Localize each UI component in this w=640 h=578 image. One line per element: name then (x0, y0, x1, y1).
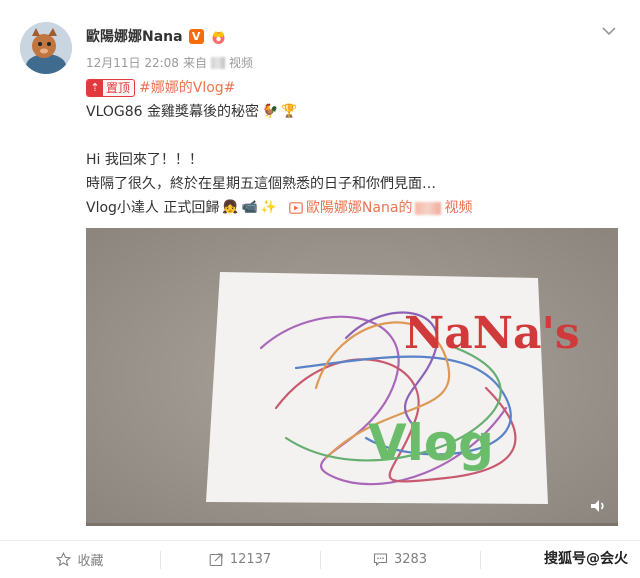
comment-icon (373, 553, 388, 567)
member-crown-icon (212, 30, 225, 44)
content-line-2: VLOG86 金雞獎幕後的秘密 🐓 🏆 (86, 100, 616, 124)
star-icon (56, 552, 72, 567)
content-line-5: Vlog小達人 正式回歸 👧 📹 ✨ 歐陽娜娜Nana的 视频 (86, 196, 616, 220)
repost-button[interactable]: 12137 (160, 541, 320, 578)
avatar[interactable] (20, 22, 72, 74)
post-title: VLOG86 金雞獎幕後的秘密 (86, 104, 260, 120)
play-video-icon (289, 202, 303, 214)
weibo-post: 歐陽娜娜Nana V 12月11日 22:08 来自 视频 ⇡ 置顶 #娜娜的V… (0, 0, 640, 578)
rooster-icon: 🐓 (262, 104, 279, 119)
video-link-prefix[interactable]: 歐陽娜娜Nana的 (306, 196, 413, 220)
comment-button[interactable]: 3283 (320, 541, 480, 578)
blurred-source-icon (210, 56, 225, 69)
paper-text-vlog: Vlog (368, 414, 494, 472)
paper-text-nana: NaNa's (404, 308, 580, 359)
author-name[interactable]: 歐陽娜娜Nana V (86, 26, 227, 46)
post-meta: 12月11日 22:08 来自 视频 (86, 54, 253, 71)
post-content: ⇡ 置顶 #娜娜的Vlog# VLOG86 金雞獎幕後的秘密 🐓 🏆 Hi 我回… (86, 76, 616, 220)
pin-icon: ⇡ (87, 80, 103, 96)
girl-emoji-icon: 👧 (222, 200, 239, 215)
content-line-4: 時隔了很久，終於在星期五這個熟悉的日子和你們見面… (86, 172, 616, 196)
author-name-text[interactable]: 歐陽娜娜Nana (86, 26, 183, 46)
greeting-text: Hi 我回來了！！！ (86, 152, 203, 168)
pinned-badge: ⇡ 置顶 (86, 79, 136, 97)
closing-text: Vlog小達人 正式回歸 (86, 200, 220, 216)
video-link-suffix[interactable]: 视频 (444, 196, 472, 220)
video-player[interactable]: NaNa's Vlog (86, 228, 618, 526)
body-text: 時隔了很久，終於在星期五這個熟悉的日子和你們見面… (86, 176, 436, 192)
content-line-3: Hi 我回來了！！！ (86, 148, 616, 172)
post-date[interactable]: 12月11日 22:08 (86, 54, 179, 71)
video-progress-bar[interactable] (86, 523, 618, 526)
volume-icon[interactable] (588, 496, 608, 516)
watermark: 搜狐号@会火 (544, 548, 628, 568)
favorite-label: 收藏 (77, 554, 104, 569)
from-label: 来自 (182, 56, 207, 70)
pinned-label: 置顶 (106, 81, 131, 95)
blurred-text (415, 201, 442, 215)
post-source[interactable]: 视频 (229, 54, 253, 71)
vip-badge: V (188, 28, 204, 44)
repost-icon (209, 553, 223, 567)
sparkles-icon: ✨ (260, 200, 277, 215)
video-frame: NaNa's Vlog (86, 228, 618, 526)
chevron-down-icon[interactable] (600, 22, 618, 40)
repost-count: 12137 (229, 552, 272, 567)
content-line-1: ⇡ 置顶 #娜娜的Vlog# (86, 76, 616, 100)
video-camera-icon: 📹 (241, 200, 258, 215)
favorite-button[interactable]: 收藏 (0, 541, 160, 578)
watermark-text: 搜狐号@会火 (544, 551, 628, 567)
video-link[interactable]: 歐陽娜娜Nana的 视频 (289, 196, 472, 220)
comment-count: 3283 (393, 552, 428, 567)
hashtag-link[interactable]: #娜娜的Vlog# (139, 76, 235, 100)
trophy-icon: 🏆 (281, 104, 298, 119)
